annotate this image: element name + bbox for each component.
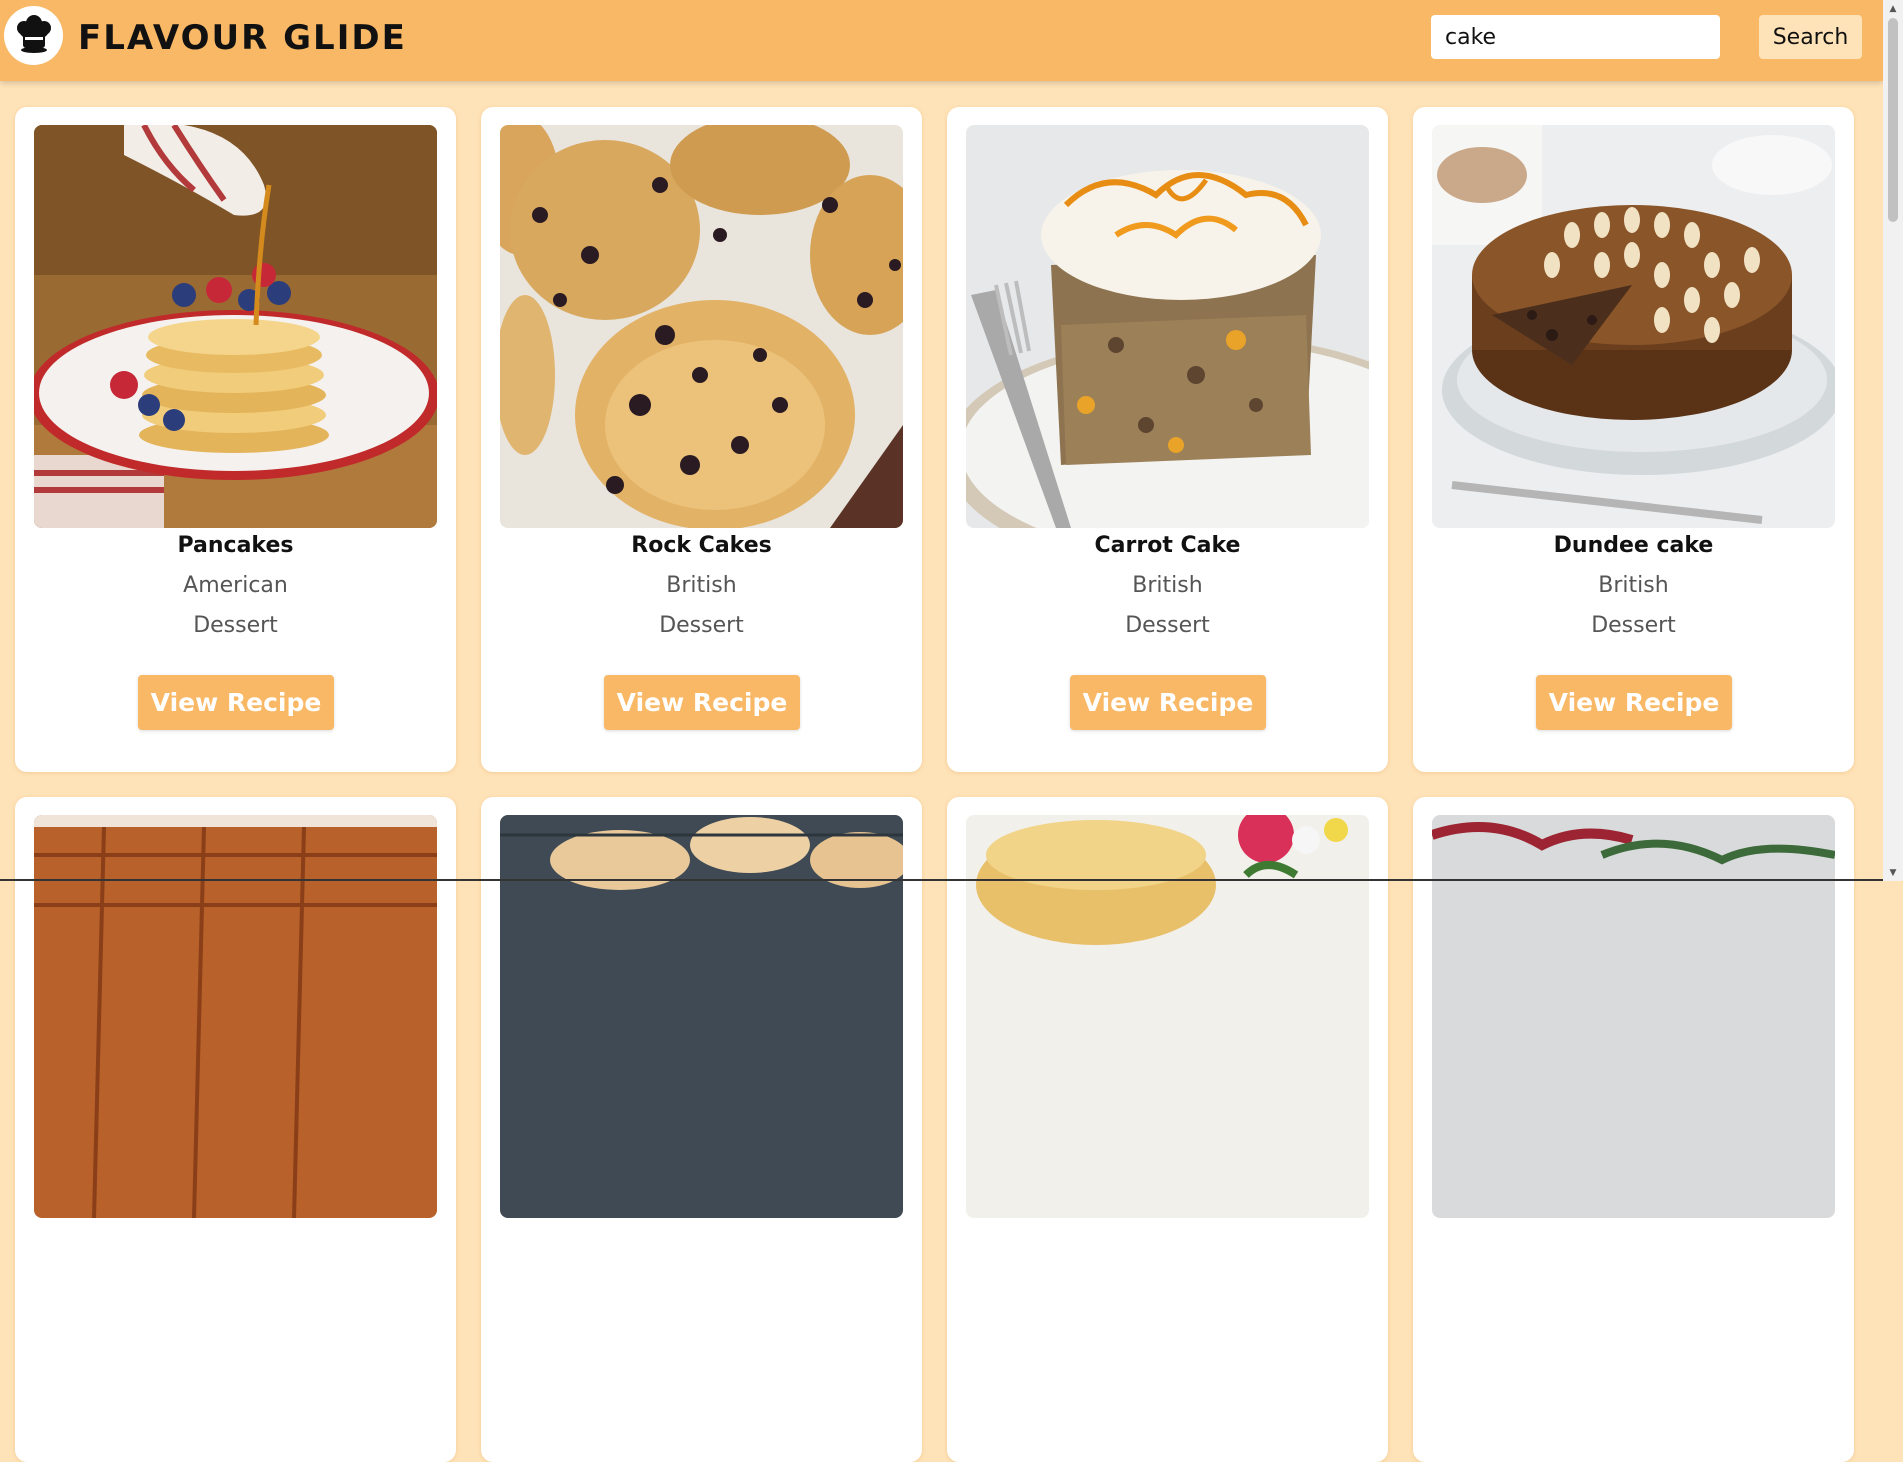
- meal-thumbnail[interactable]: [500, 815, 903, 1218]
- meal-thumbnail[interactable]: [1432, 125, 1835, 528]
- meal-card: Rock Cakes British Dessert View Recipe: [481, 107, 922, 772]
- meal-name: Pancakes: [177, 533, 294, 558]
- app-header: FLAVOUR GLIDE Search: [0, 0, 1883, 81]
- meal-card: [15, 797, 456, 1462]
- meal-area: American: [183, 573, 288, 598]
- view-recipe-button[interactable]: View Recipe: [138, 675, 334, 730]
- meal-thumbnail[interactable]: [1432, 815, 1835, 1218]
- meal-card: [947, 797, 1388, 1462]
- meal-name: Rock Cakes: [631, 533, 772, 558]
- scroll-up-arrow-icon[interactable]: ▲: [1883, 0, 1903, 17]
- meal-area: British: [1132, 573, 1203, 598]
- meal-category: Dessert: [1125, 613, 1210, 638]
- view-recipe-button[interactable]: View Recipe: [1070, 675, 1266, 730]
- meal-card: Carrot Cake British Dessert View Recipe: [947, 107, 1388, 772]
- scroll-down-arrow-icon[interactable]: ▼: [1883, 864, 1903, 881]
- scrollbar-thumb[interactable]: [1888, 18, 1898, 222]
- vertical-scrollbar[interactable]: ▲ ▼: [1883, 0, 1903, 881]
- meal-area: British: [1598, 573, 1669, 598]
- meal-card: Pancakes American Dessert View Recipe: [15, 107, 456, 772]
- search-button[interactable]: Search: [1759, 15, 1862, 59]
- meal-category: Dessert: [193, 613, 278, 638]
- view-recipe-button[interactable]: View Recipe: [1536, 675, 1732, 730]
- meal-thumbnail[interactable]: [966, 125, 1369, 528]
- meal-name: Dundee cake: [1553, 533, 1714, 558]
- meal-area: British: [666, 573, 737, 598]
- brand-title: FLAVOUR GLIDE: [78, 18, 407, 58]
- meal-card: [481, 797, 922, 1462]
- view-recipe-button[interactable]: View Recipe: [604, 675, 800, 730]
- search-input[interactable]: [1431, 15, 1720, 59]
- chef-hat-logo-icon[interactable]: [4, 6, 63, 65]
- meal-card: Dundee cake British Dessert View Recipe: [1413, 107, 1854, 772]
- meal-grid: Pancakes American Dessert View Recipe Ro…: [15, 107, 1854, 1462]
- meal-thumbnail[interactable]: [34, 125, 437, 528]
- meal-thumbnail[interactable]: [966, 815, 1369, 1218]
- meal-category: Dessert: [1591, 613, 1676, 638]
- meal-thumbnail[interactable]: [34, 815, 437, 1218]
- meal-card: [1413, 797, 1854, 1462]
- meal-category: Dessert: [659, 613, 744, 638]
- meal-name: Carrot Cake: [1094, 533, 1241, 558]
- meal-thumbnail[interactable]: [500, 125, 903, 528]
